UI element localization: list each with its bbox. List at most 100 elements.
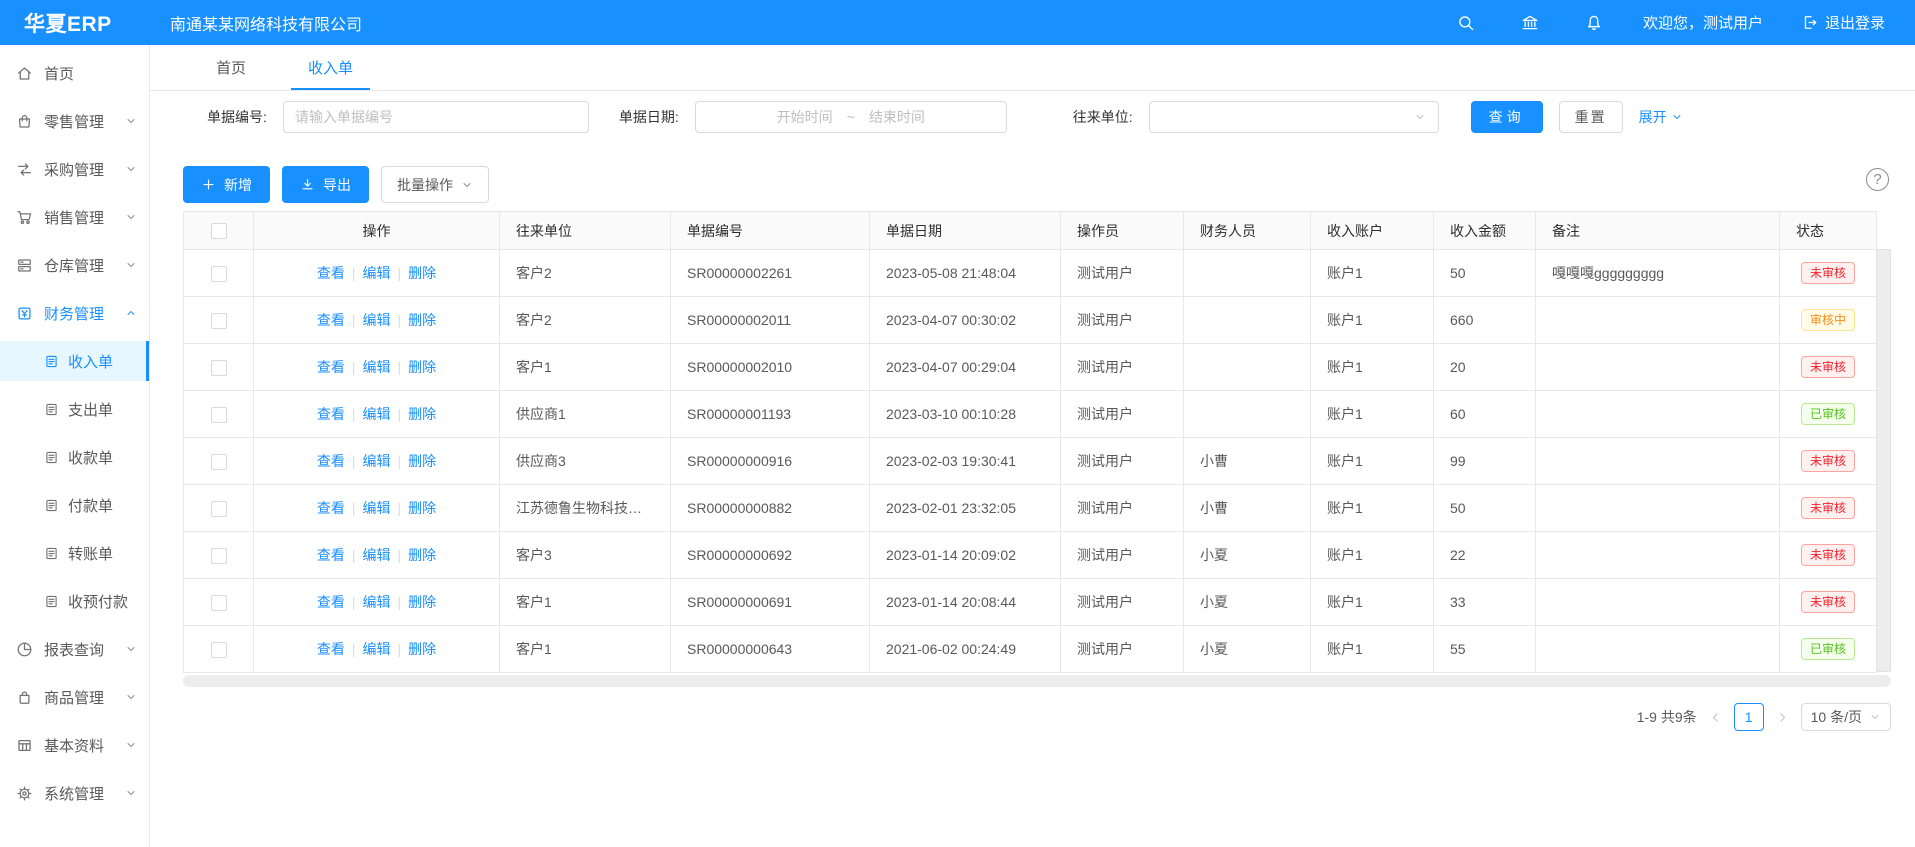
org-cell: 客户3 [500, 532, 671, 579]
table-row: 查看|编辑|删除客户1SR000000020102023-04-07 00:29… [184, 344, 1877, 391]
system-icon [16, 785, 34, 802]
row-checkbox[interactable] [211, 313, 227, 329]
sidebar-item-basic-data[interactable]: 基本资料 [0, 725, 149, 765]
welcome-text: 欢迎您，测试用户 [1643, 12, 1763, 33]
account-cell: 账户1 [1311, 579, 1434, 626]
sidebar-item-retail-mgmt[interactable]: 零售管理 [0, 101, 149, 141]
edit-link[interactable]: 编辑 [363, 547, 391, 563]
sidebar-item-advance-receipt[interactable]: 收预付款 [0, 581, 149, 621]
expand-link[interactable]: 展开 [1639, 107, 1683, 127]
delete-link[interactable]: 删除 [408, 641, 436, 657]
action-separator: | [398, 406, 402, 422]
amount-cell: 55 [1434, 626, 1536, 673]
row-checkbox[interactable] [211, 360, 227, 376]
chevron-down-icon [125, 211, 137, 223]
org-cell: 江苏德鲁生物科技有限... [500, 485, 671, 532]
sidebar-item-report-query[interactable]: 报表查询 [0, 629, 149, 669]
bill-date-label: 单据日期: [619, 107, 679, 127]
row-checkbox[interactable] [211, 454, 227, 470]
delete-link[interactable]: 删除 [408, 406, 436, 422]
view-link[interactable]: 查看 [317, 359, 345, 375]
view-link[interactable]: 查看 [317, 594, 345, 610]
status-badge: 未审核 [1801, 497, 1855, 519]
select-all-checkbox[interactable] [211, 223, 227, 239]
view-link[interactable]: 查看 [317, 312, 345, 328]
delete-link[interactable]: 删除 [408, 594, 436, 610]
view-link[interactable]: 查看 [317, 265, 345, 281]
view-link[interactable]: 查看 [317, 547, 345, 563]
current-page-button[interactable]: 1 [1734, 703, 1764, 731]
edit-link[interactable]: 编辑 [363, 641, 391, 657]
sidebar-item-finance-mgmt[interactable]: 财务管理 [0, 293, 149, 333]
finance-person-cell: 小夏 [1184, 579, 1311, 626]
page-size-select[interactable]: 10 条/页 [1801, 703, 1891, 731]
delete-link[interactable]: 删除 [408, 265, 436, 281]
row-checkbox[interactable] [211, 595, 227, 611]
delete-link[interactable]: 删除 [408, 453, 436, 469]
edit-link[interactable]: 编辑 [363, 359, 391, 375]
vertical-scrollbar[interactable] [1876, 249, 1891, 672]
edit-link[interactable]: 编辑 [363, 312, 391, 328]
row-checkbox[interactable] [211, 501, 227, 517]
row-checkbox[interactable] [211, 266, 227, 282]
sidebar-item-purchase-mgmt[interactable]: 采购管理 [0, 149, 149, 189]
sidebar-item-payment-bill[interactable]: 付款单 [0, 485, 149, 525]
sidebar-item-receipt-bill[interactable]: 收款单 [0, 437, 149, 477]
row-checkbox[interactable] [211, 642, 227, 658]
remark-cell [1536, 344, 1780, 391]
sidebar-item-sales-mgmt[interactable]: 销售管理 [0, 197, 149, 237]
bill-no-input[interactable] [283, 101, 589, 133]
edit-link[interactable]: 编辑 [363, 594, 391, 610]
account-cell: 账户1 [1311, 391, 1434, 438]
bank-icon[interactable] [1521, 14, 1539, 32]
chevron-down-icon [125, 163, 137, 175]
add-button[interactable]: 新增 [183, 166, 270, 203]
logout-button[interactable]: 退出登录 [1801, 12, 1885, 33]
edit-link[interactable]: 编辑 [363, 406, 391, 422]
help-icon[interactable]: ? [1866, 168, 1889, 191]
horizontal-scrollbar[interactable] [183, 675, 1891, 687]
edit-link[interactable]: 编辑 [363, 265, 391, 281]
view-link[interactable]: 查看 [317, 641, 345, 657]
account-cell: 账户1 [1311, 250, 1434, 297]
search-button[interactable]: 查询 [1471, 101, 1543, 133]
search-icon[interactable] [1457, 14, 1475, 32]
sidebar-item-income-bill[interactable]: 收入单 [0, 341, 149, 381]
sidebar-item-system-mgmt[interactable]: 系统管理 [0, 773, 149, 813]
delete-link[interactable]: 删除 [408, 547, 436, 563]
export-button[interactable]: 导出 [282, 166, 369, 203]
bill-no-label: 单据编号: [207, 107, 267, 127]
view-link[interactable]: 查看 [317, 500, 345, 516]
next-page-icon[interactable] [1772, 711, 1793, 724]
tab-home[interactable]: 首页 [199, 45, 263, 90]
org-select[interactable] [1149, 101, 1439, 133]
delete-link[interactable]: 删除 [408, 359, 436, 375]
row-checkbox[interactable] [211, 548, 227, 564]
topbar: 华夏ERP 南通某某网络科技有限公司 欢迎您，测试用户 退出登录 [0, 0, 1915, 45]
view-link[interactable]: 查看 [317, 406, 345, 422]
batch-button-label: 批量操作 [397, 175, 453, 195]
sidebar-item-expense-bill[interactable]: 支出单 [0, 389, 149, 429]
remark-cell [1536, 532, 1780, 579]
edit-link[interactable]: 编辑 [363, 500, 391, 516]
date-start-placeholder: 开始时间 [777, 107, 833, 127]
row-checkbox[interactable] [211, 407, 227, 423]
search-button-label: 查询 [1489, 107, 1525, 127]
delete-link[interactable]: 删除 [408, 500, 436, 516]
table-row: 查看|编辑|删除江苏德鲁生物科技有限...SR000000008822023-0… [184, 485, 1877, 532]
date-range-input[interactable]: 开始时间 ~ 结束时间 [695, 101, 1007, 133]
reset-button[interactable]: 重置 [1559, 101, 1623, 133]
prev-page-icon[interactable] [1705, 711, 1726, 724]
view-link[interactable]: 查看 [317, 453, 345, 469]
delete-link[interactable]: 删除 [408, 312, 436, 328]
batch-operations-button[interactable]: 批量操作 [381, 166, 489, 203]
bill-no-cell: SR00000002261 [671, 250, 870, 297]
sidebar-item-transfer-bill[interactable]: 转账单 [0, 533, 149, 573]
edit-link[interactable]: 编辑 [363, 453, 391, 469]
content-area: 单据编号: 单据日期: 开始时间 ~ 结束时间 往来单位: 查询 重置 [150, 91, 1915, 847]
tab-income-bill[interactable]: 收入单 [291, 45, 370, 90]
sidebar-item-goods-mgmt[interactable]: 商品管理 [0, 677, 149, 717]
sidebar-item-warehouse-mgmt[interactable]: 仓库管理 [0, 245, 149, 285]
bell-icon[interactable] [1585, 14, 1603, 32]
sidebar-item-home[interactable]: 首页 [0, 53, 149, 93]
